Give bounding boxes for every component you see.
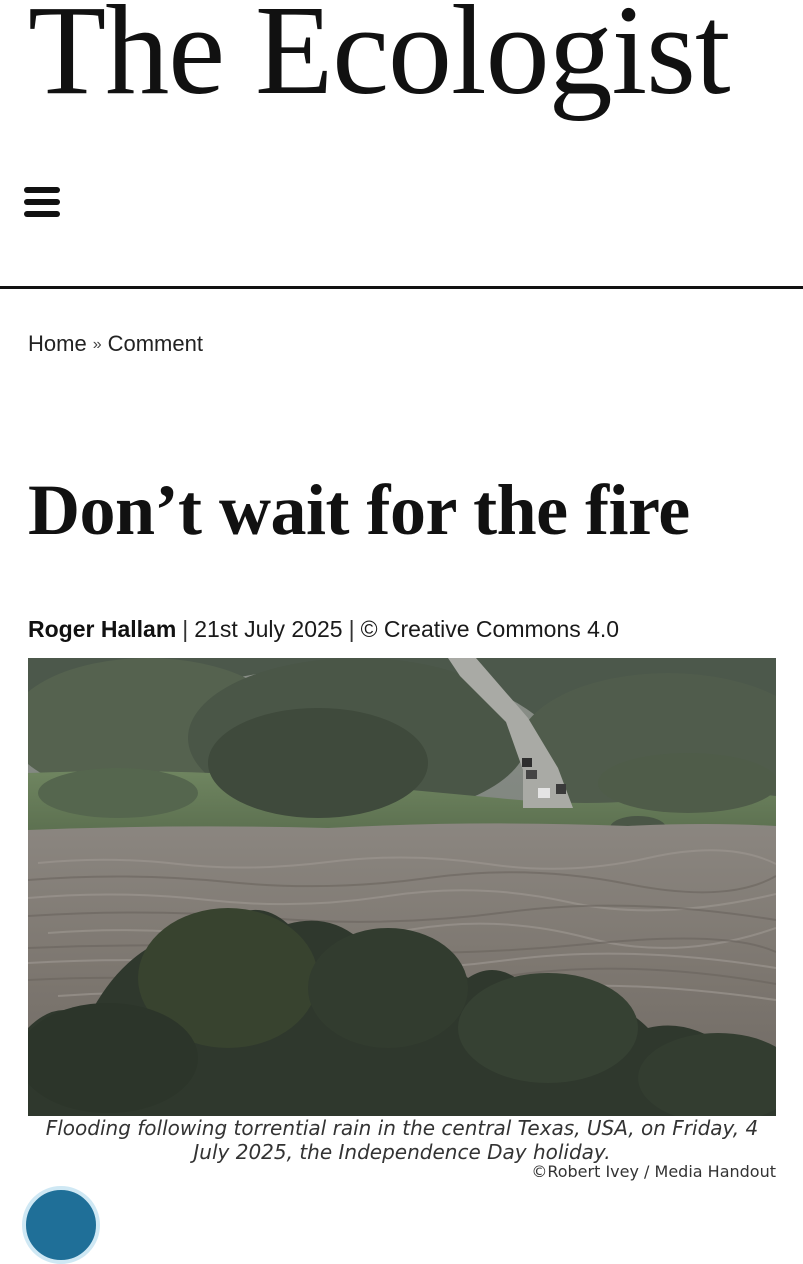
floating-action-button[interactable] [22, 1186, 100, 1264]
image-credit: ©Robert Ivey / Media Handout [531, 1162, 776, 1181]
image-caption: Flooding following torrential rain in th… [45, 1116, 759, 1164]
article-headline: Don’t wait for the fire [28, 470, 690, 550]
article-hero-image [28, 658, 776, 1116]
breadcrumb-comment-link[interactable]: Comment [108, 331, 203, 356]
menu-button[interactable] [24, 186, 62, 218]
header-divider [0, 286, 803, 289]
byline-separator: | [182, 616, 189, 642]
article-byline: Roger Hallam | 21st July 2025 | © Creative C… [28, 614, 619, 644]
site-logo[interactable]: The Ecologist [28, 0, 730, 114]
breadcrumb-separator: » [92, 336, 102, 353]
byline-separator: | [348, 616, 355, 642]
publish-date: 21st July 2025 [194, 616, 343, 642]
breadcrumb: Home » Comment [28, 330, 203, 361]
license-text: © Creative Commons 4.0 [360, 616, 620, 642]
author-link[interactable]: Roger Hallam [28, 616, 176, 642]
breadcrumb-home-link[interactable]: Home [28, 331, 87, 356]
